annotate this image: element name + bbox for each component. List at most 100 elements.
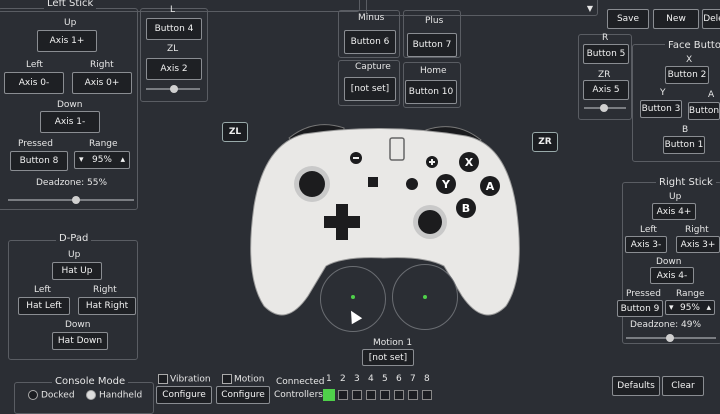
face-buttons-title: Face Buttons bbox=[665, 40, 720, 51]
slot-number-3: 3 bbox=[354, 374, 360, 384]
dpad-up-button[interactable]: Hat Up bbox=[52, 262, 102, 280]
home-shape bbox=[406, 178, 418, 190]
r-button[interactable]: Button 5 bbox=[583, 44, 629, 64]
right-stick-pressed-button[interactable]: Button 9 bbox=[617, 300, 663, 317]
right-stick-title: Right Stick bbox=[656, 177, 716, 188]
controller-slot-4[interactable] bbox=[366, 390, 376, 400]
motion-configure-button[interactable]: Configure bbox=[216, 386, 270, 404]
zr-indicator: ZR bbox=[532, 132, 558, 152]
right-stick-right-button[interactable]: Axis 3+ bbox=[676, 236, 720, 253]
right-stick-up-label: Up bbox=[669, 192, 682, 202]
dpad-right-button[interactable]: Hat Right bbox=[78, 297, 136, 315]
left-stick-deadzone-slider[interactable] bbox=[8, 196, 134, 204]
right-stick-up-button[interactable]: Axis 4+ bbox=[652, 203, 696, 220]
left-stick-pressed-label: Pressed bbox=[18, 139, 53, 149]
dpad-left-button[interactable]: Hat Left bbox=[18, 297, 70, 315]
capture-shape bbox=[368, 177, 378, 187]
controller-slot-2[interactable] bbox=[338, 390, 348, 400]
left-stick-down-label: Down bbox=[57, 100, 83, 110]
right-stick-left-button[interactable]: Axis 3- bbox=[625, 236, 667, 253]
face-y-button[interactable]: Button 3 bbox=[640, 100, 682, 118]
face-b-label: B bbox=[682, 125, 689, 135]
dpad-down-label: Down bbox=[65, 320, 91, 330]
capture-button[interactable]: [not set] bbox=[344, 77, 396, 101]
left-stick-title: Left Stick bbox=[44, 0, 97, 9]
save-button[interactable]: Save bbox=[607, 9, 649, 29]
motion-checkbox[interactable]: Motion bbox=[222, 374, 265, 385]
controller-slot-5[interactable] bbox=[380, 390, 390, 400]
spin-down-icon[interactable]: ▾ bbox=[669, 303, 674, 313]
slot-number-2: 2 bbox=[340, 374, 346, 384]
controller-slot-1[interactable] bbox=[323, 389, 335, 401]
left-stick-deadzone-label: Deadzone: 55% bbox=[36, 178, 108, 188]
clear-button[interactable]: Clear bbox=[662, 376, 704, 396]
slot-number-7: 7 bbox=[410, 374, 416, 384]
left-stick-right-button[interactable]: Axis 0+ bbox=[72, 72, 132, 94]
zr-threshold-slider[interactable] bbox=[584, 104, 626, 112]
slider-handle[interactable] bbox=[666, 334, 674, 342]
new-button[interactable]: New bbox=[653, 9, 699, 29]
l-label: L bbox=[170, 5, 176, 15]
zr-button[interactable]: Axis 5 bbox=[583, 80, 629, 100]
slider-handle[interactable] bbox=[600, 104, 608, 112]
vibration-configure-button[interactable]: Configure bbox=[156, 386, 212, 404]
zr-label: ZR bbox=[598, 70, 611, 80]
dpad-up-label: Up bbox=[68, 250, 81, 260]
controller-slot-7[interactable] bbox=[408, 390, 418, 400]
right-stick-deadzone-slider[interactable] bbox=[626, 334, 716, 342]
home-button[interactable]: Button 10 bbox=[405, 80, 457, 104]
zl-threshold-slider[interactable] bbox=[146, 85, 200, 93]
dpad-title: D-Pad bbox=[56, 233, 92, 244]
right-stick-cap bbox=[418, 210, 442, 234]
l-button[interactable]: Button 4 bbox=[146, 18, 202, 40]
left-stick-range-spinbox[interactable]: ▾ 95% ▴ bbox=[74, 151, 130, 169]
right-stick-down-button[interactable]: Axis 4- bbox=[650, 267, 694, 284]
left-stick-left-button[interactable]: Axis 0- bbox=[4, 72, 64, 94]
motion-button[interactable]: [not set] bbox=[362, 349, 414, 366]
controller-slot-3[interactable] bbox=[352, 390, 362, 400]
x-glyph: X bbox=[465, 156, 474, 169]
defaults-button[interactable]: Defaults bbox=[612, 376, 660, 396]
spin-up-icon[interactable]: ▴ bbox=[706, 303, 711, 313]
right-stick-preview bbox=[392, 264, 458, 330]
minus-label: Minus bbox=[358, 13, 385, 23]
face-b-button[interactable]: Button 1 bbox=[663, 136, 705, 154]
controller-slot-6[interactable] bbox=[394, 390, 404, 400]
left-stick-cap bbox=[299, 171, 325, 197]
slot-number-8: 8 bbox=[424, 374, 430, 384]
right-stick-range-value: 95% bbox=[679, 302, 700, 313]
minus-button[interactable]: Button 6 bbox=[344, 30, 396, 54]
left-stick-up-button[interactable]: Axis 1+ bbox=[37, 30, 97, 52]
capture-label: Capture bbox=[355, 62, 391, 72]
face-a-label: A bbox=[708, 90, 715, 100]
slider-handle[interactable] bbox=[170, 85, 178, 93]
profile-selector[interactable]: ▼ bbox=[366, 0, 598, 16]
slider-handle[interactable] bbox=[72, 196, 80, 204]
right-stick-left-label: Left bbox=[640, 225, 657, 235]
right-stick-range-label: Range bbox=[676, 289, 705, 299]
left-stick-down-button[interactable]: Axis 1- bbox=[40, 111, 100, 133]
left-stick-range-value: 95% bbox=[91, 155, 112, 165]
y-glyph: Y bbox=[441, 178, 451, 191]
r-label: R bbox=[602, 33, 609, 43]
face-a-button[interactable]: Button bbox=[688, 102, 720, 120]
docked-radio[interactable]: Docked bbox=[28, 390, 75, 401]
controller-body bbox=[250, 127, 520, 316]
controller-slot-8[interactable] bbox=[422, 390, 432, 400]
zl-button[interactable]: Axis 2 bbox=[146, 58, 202, 80]
right-stick-right-label: Right bbox=[685, 225, 709, 235]
right-stick-range-spinbox[interactable]: ▾ 95% ▴ bbox=[665, 300, 715, 315]
face-x-button[interactable]: Button 2 bbox=[665, 66, 709, 84]
chevron-down-icon[interactable]: ▼ bbox=[587, 4, 593, 13]
delete-button[interactable]: Delete bbox=[702, 9, 720, 29]
handheld-radio[interactable]: Handheld bbox=[86, 390, 142, 401]
slot-number-6: 6 bbox=[396, 374, 402, 384]
spin-up-icon[interactable]: ▴ bbox=[120, 155, 125, 165]
home-label: Home bbox=[420, 66, 447, 76]
spin-down-icon[interactable]: ▾ bbox=[79, 155, 84, 165]
dpad-down-button[interactable]: Hat Down bbox=[52, 332, 108, 350]
plus-button[interactable]: Button 7 bbox=[407, 33, 457, 57]
left-stick-pressed-button[interactable]: Button 8 bbox=[10, 151, 68, 171]
left-stick-up-label: Up bbox=[64, 18, 77, 28]
vibration-checkbox[interactable]: Vibration bbox=[158, 374, 211, 385]
